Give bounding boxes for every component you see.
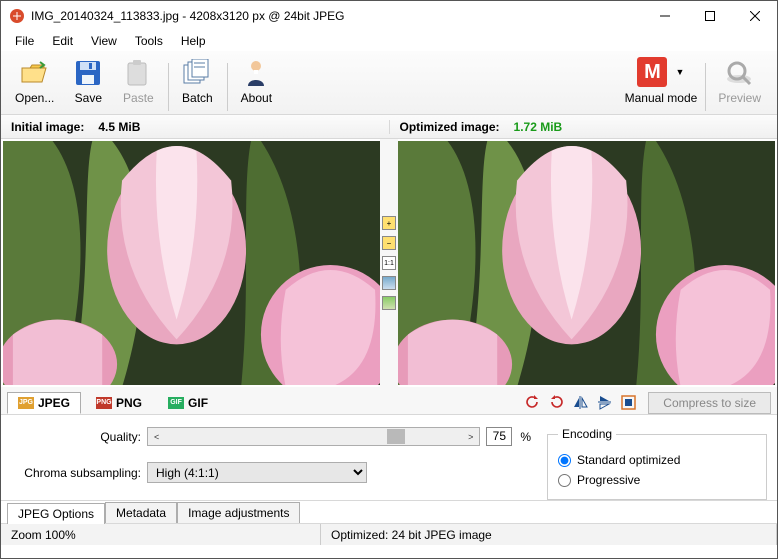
enc-standard-label: Standard optimized — [577, 453, 680, 467]
radio-standard[interactable] — [558, 454, 571, 467]
tab-png[interactable]: PNG PNG — [85, 392, 153, 414]
open-button[interactable]: Open... — [7, 55, 62, 107]
fit-screen-icon[interactable] — [618, 393, 638, 413]
percent-label: % — [518, 430, 531, 444]
about-button[interactable]: About — [232, 55, 280, 107]
compress-label: Compress to size — [663, 396, 756, 410]
chroma-label: Chroma subsampling: — [11, 466, 141, 480]
slider-thumb[interactable] — [387, 429, 405, 444]
app-icon — [9, 8, 25, 24]
menu-bar: File Edit View Tools Help — [1, 31, 777, 51]
about-label: About — [241, 91, 272, 105]
tab-jpeg[interactable]: JPG JPEG — [7, 392, 81, 414]
menu-help[interactable]: Help — [173, 32, 214, 50]
flip-horizontal-icon[interactable] — [570, 393, 590, 413]
options-panel: Quality: < > 75 % Chroma subsampling: Hi… — [1, 415, 777, 501]
clipboard-paste-icon — [122, 57, 154, 89]
mode-dropdown[interactable]: M ▼ Manual mode — [621, 55, 702, 107]
tab-png-label: PNG — [116, 396, 142, 410]
close-button[interactable] — [732, 1, 777, 31]
initial-size-label: Initial image: — [11, 120, 84, 134]
subtab-jpeg-options[interactable]: JPEG Options — [7, 503, 105, 524]
rotate-cw-icon[interactable] — [546, 393, 566, 413]
slider-right-arrow-icon[interactable]: > — [468, 432, 473, 442]
tab-gif-label: GIF — [188, 396, 208, 410]
gif-badge-icon: GIF — [168, 397, 184, 409]
initial-preview-pane[interactable] — [3, 141, 380, 385]
fit-window-icon[interactable] — [382, 276, 396, 290]
preview-gutter: + − 1:1 — [380, 139, 398, 387]
zoom-in-icon[interactable]: + — [382, 216, 396, 230]
format-tab-row: JPG JPEG PNG PNG GIF GIF Compress to siz… — [1, 387, 777, 415]
toolbar: Open... Save Paste Batch About M ▼ Manua… — [1, 51, 777, 115]
radio-progressive[interactable] — [558, 474, 571, 487]
batch-stack-icon — [181, 57, 213, 89]
mode-m-icon: M — [637, 57, 667, 87]
optimized-preview-pane[interactable] — [398, 141, 775, 385]
menu-file[interactable]: File — [7, 32, 42, 50]
toolbar-separator — [705, 63, 706, 111]
batch-button[interactable]: Batch — [173, 55, 221, 107]
zoom-out-icon[interactable]: − — [382, 236, 396, 250]
toolbar-separator — [227, 63, 228, 111]
preview-button: Preview — [710, 55, 769, 107]
person-about-icon — [240, 57, 272, 89]
sub-tab-row: JPEG Options Metadata Image adjustments — [1, 501, 777, 523]
menu-edit[interactable]: Edit — [44, 32, 81, 50]
optimized-size-label: Optimized image: — [400, 120, 500, 134]
pan-tool-icon[interactable] — [382, 296, 396, 310]
menu-tools[interactable]: Tools — [127, 32, 171, 50]
window-title: IMG_20140324_113833.jpg - 4208x3120 px @… — [31, 9, 642, 23]
compress-to-size-button[interactable]: Compress to size — [648, 392, 771, 414]
subtab-metadata[interactable]: Metadata — [105, 502, 177, 523]
encoding-legend: Encoding — [558, 427, 616, 441]
quality-value-input[interactable]: 75 — [486, 427, 512, 446]
preview-label: Preview — [718, 91, 761, 105]
subtab-image-adjustments[interactable]: Image adjustments — [177, 502, 300, 523]
encoding-group: Encoding Standard optimized Progressive — [547, 427, 767, 500]
encoding-standard-radio[interactable]: Standard optimized — [558, 453, 756, 467]
folder-open-icon — [19, 57, 51, 89]
chroma-select[interactable]: High (4:1:1) — [147, 462, 367, 483]
status-zoom: Zoom 100% — [1, 524, 321, 545]
save-label: Save — [75, 91, 102, 105]
mode-label: Manual mode — [625, 91, 698, 105]
size-bar: Initial image: 4.5 MiB Optimized image: … — [1, 115, 777, 139]
floppy-save-icon — [72, 57, 104, 89]
batch-label: Batch — [182, 91, 213, 105]
slider-left-arrow-icon[interactable]: < — [154, 432, 159, 442]
preview-area: + − 1:1 — [1, 139, 777, 387]
quality-label: Quality: — [11, 430, 141, 444]
status-optimized: Optimized: 24 bit JPEG image — [321, 524, 777, 545]
minimize-button[interactable] — [642, 1, 687, 31]
jpeg-badge-icon: JPG — [18, 397, 34, 409]
optimized-size-value: 1.72 MiB — [514, 120, 563, 134]
png-badge-icon: PNG — [96, 397, 112, 409]
zoom-1to1-button[interactable]: 1:1 — [382, 256, 396, 270]
paste-button: Paste — [114, 55, 162, 107]
flip-vertical-icon[interactable] — [594, 393, 614, 413]
title-bar: IMG_20140324_113833.jpg - 4208x3120 px @… — [1, 1, 777, 31]
menu-view[interactable]: View — [83, 32, 125, 50]
paste-label: Paste — [123, 91, 154, 105]
rotate-ccw-icon[interactable] — [522, 393, 542, 413]
enc-progressive-label: Progressive — [577, 473, 640, 487]
tab-gif[interactable]: GIF GIF — [157, 392, 219, 414]
open-label: Open... — [15, 91, 54, 105]
tab-jpeg-label: JPEG — [38, 396, 70, 410]
encoding-progressive-radio[interactable]: Progressive — [558, 473, 756, 487]
chevron-down-icon: ▼ — [675, 67, 684, 77]
maximize-button[interactable] — [687, 1, 732, 31]
initial-size-value: 4.5 MiB — [98, 120, 140, 134]
quality-slider[interactable]: < > — [147, 427, 480, 446]
toolbar-separator — [168, 63, 169, 111]
status-bar: Zoom 100% Optimized: 24 bit JPEG image — [1, 523, 777, 545]
magnifier-preview-icon — [724, 57, 756, 89]
save-button[interactable]: Save — [64, 55, 112, 107]
